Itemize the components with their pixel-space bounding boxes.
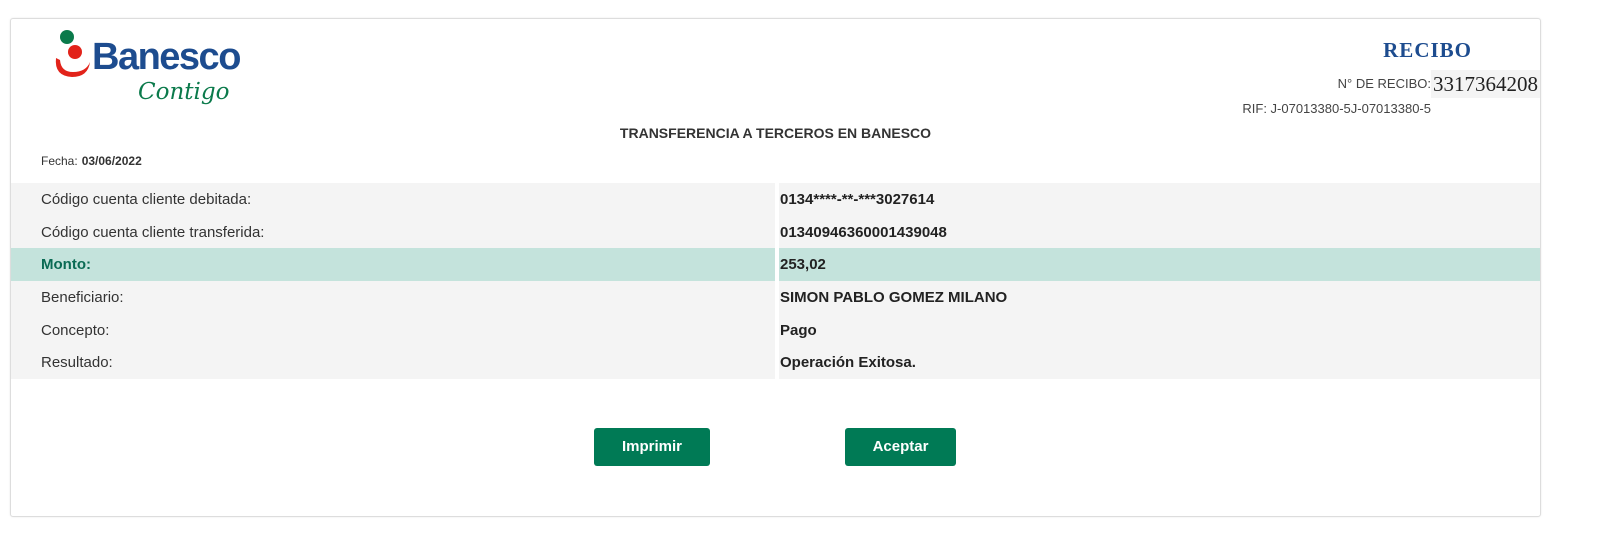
banesco-logo-icon <box>55 30 90 77</box>
receipt-title: RECIBO <box>1383 38 1472 62</box>
accept-button[interactable]: Aceptar <box>845 428 956 466</box>
date-value: 03/06/2022 <box>81 154 142 168</box>
table-row: Resultado: Operación Exitosa. <box>11 346 1540 379</box>
operation-title: TRANSFERENCIA A TERCEROS EN BANESCO <box>619 125 932 141</box>
receipt-number-label: N° DE RECIBO: <box>1337 76 1431 91</box>
row-label: Beneficiario: <box>41 288 124 306</box>
row-value: 0134****-**-***3027614 <box>780 191 935 208</box>
table-row-amount: Monto: 253,02 <box>11 248 1540 281</box>
details-table: Código cuenta cliente debitada: 0134****… <box>11 183 1540 379</box>
banesco-logo: Banesco Contigo <box>48 28 258 112</box>
row-label: Resultado: <box>41 354 113 372</box>
brand-tagline: Contigo <box>138 79 230 105</box>
brand-name: Banesco <box>92 36 241 78</box>
row-label: Monto: <box>41 256 91 274</box>
receipt-card: Banesco Contigo RECIBO N° DE RECIBO:3317… <box>10 18 1541 517</box>
row-label: Código cuenta cliente transferida: <box>41 223 265 241</box>
table-row: Concepto: Pago <box>11 313 1540 347</box>
row-value: 253,02 <box>780 256 826 274</box>
date-line: Fecha: 03/06/2022 <box>41 154 142 168</box>
receipt-number: N° DE RECIBO:3317364208 <box>1338 69 1540 99</box>
row-value: Pago <box>780 321 817 339</box>
table-row: Código cuenta cliente transferida: 01340… <box>11 215 1540 249</box>
row-label: Concepto: <box>41 321 110 339</box>
table-row: Beneficiario: SIMON PABLO GOMEZ MILANO <box>11 280 1540 314</box>
row-value: 01340946360001439048 <box>780 223 947 241</box>
row-label: Código cuenta cliente debitada: <box>41 191 252 208</box>
print-button[interactable]: Imprimir <box>594 428 710 466</box>
rif-text: RIF: J-07013380-5J-07013380-5 <box>1242 101 1431 116</box>
row-value: Operación Exitosa. <box>780 354 916 372</box>
date-label: Fecha: <box>41 154 78 168</box>
table-row: Código cuenta cliente debitada: 0134****… <box>11 183 1540 216</box>
receipt-number-value: 3317364208 <box>1431 70 1540 98</box>
row-value: SIMON PABLO GOMEZ MILANO <box>780 288 1008 306</box>
